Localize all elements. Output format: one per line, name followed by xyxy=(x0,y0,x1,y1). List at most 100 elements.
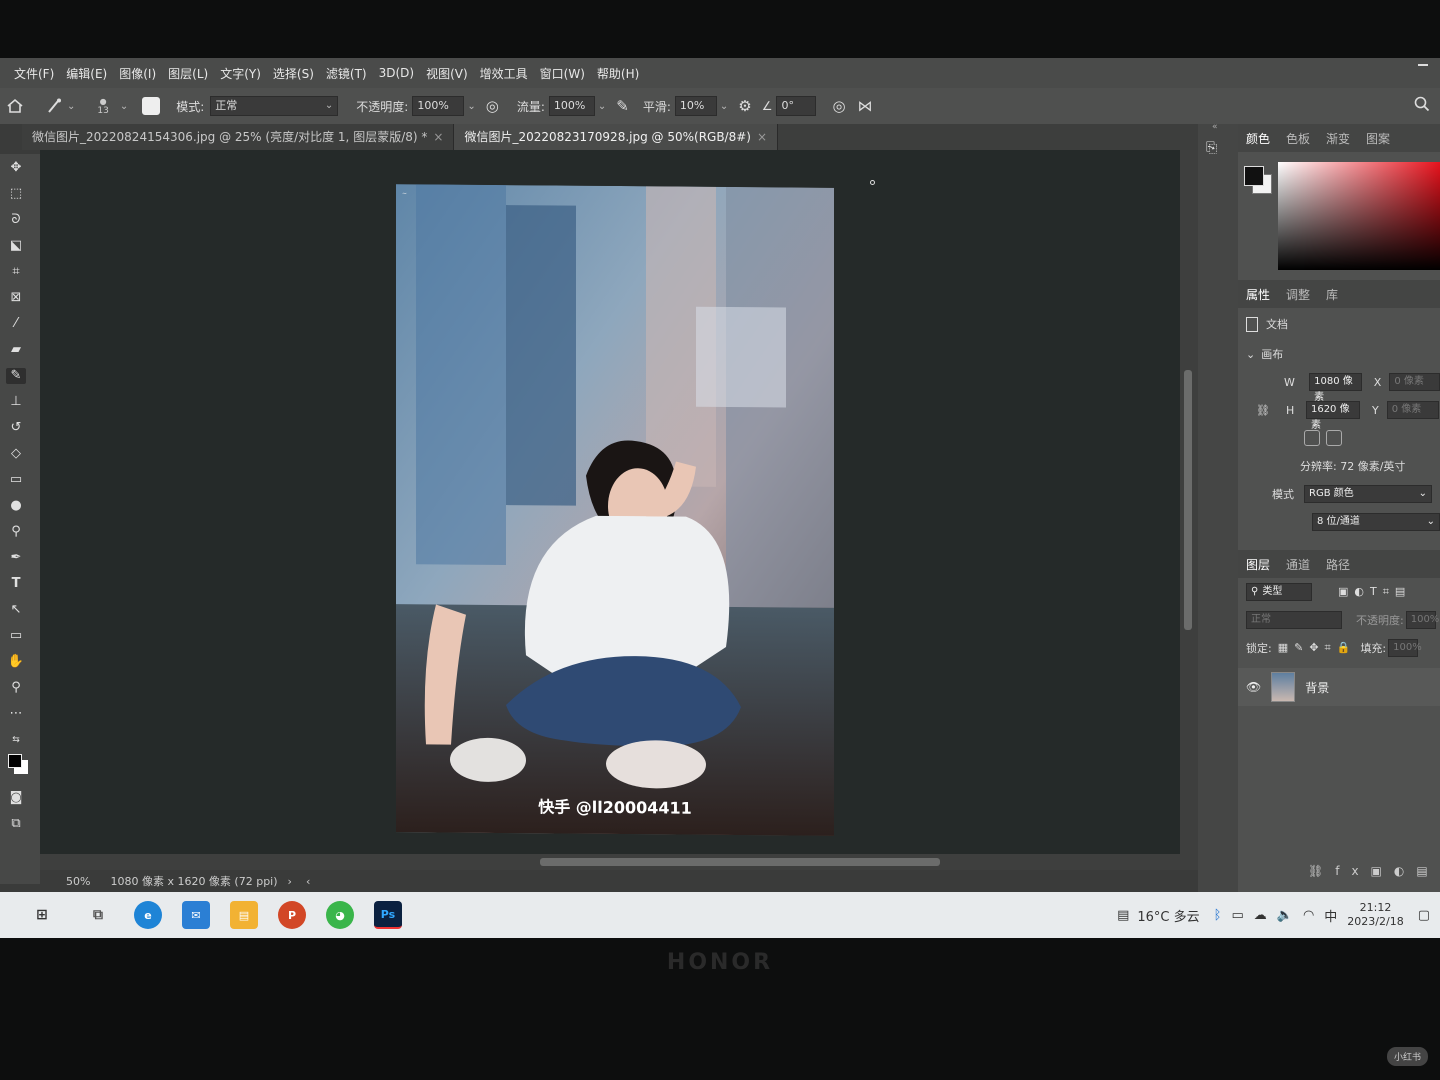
zoom-level[interactable]: 50% xyxy=(66,875,90,888)
menu-view[interactable]: 视图(V) xyxy=(426,65,468,82)
layer-opacity-input[interactable]: 100% xyxy=(1405,611,1439,629)
x-input[interactable]: 0 像素 xyxy=(1389,373,1440,391)
chevron-down-icon[interactable]: ⌄ xyxy=(467,101,475,112)
notification-icon[interactable]: ▢ xyxy=(1418,908,1430,923)
chevron-down-icon[interactable]: ⌄ xyxy=(120,101,128,112)
hand-tool-icon[interactable]: ✋ xyxy=(6,654,26,670)
vertical-scrollbar[interactable] xyxy=(1180,150,1198,860)
wechat-icon[interactable]: ◕ xyxy=(326,901,354,929)
foreground-color-swatch[interactable] xyxy=(1244,166,1264,186)
search-icon[interactable] xyxy=(1414,96,1430,115)
y-input[interactable]: 0 像素 xyxy=(1386,401,1439,419)
layer-actions[interactable]: ⛓fx▣◐▤ xyxy=(1308,864,1440,878)
menu-window[interactable]: 窗口(W) xyxy=(540,65,585,82)
news-widget-icon[interactable]: ▤ xyxy=(1117,908,1129,923)
file-explorer-icon[interactable]: ▤ xyxy=(230,901,258,929)
width-input[interactable]: 1080 像素 xyxy=(1309,373,1362,403)
swap-colors-icon[interactable]: ⇆ xyxy=(6,732,26,748)
bluetooth-icon[interactable]: ᛒ xyxy=(1214,908,1222,923)
menu-3d[interactable]: 3D(D) xyxy=(379,66,414,80)
close-icon[interactable]: × xyxy=(433,130,443,144)
blur-tool-icon[interactable]: ● xyxy=(6,498,26,514)
menu-select[interactable]: 选择(S) xyxy=(273,65,314,82)
cloud-icon[interactable]: ☁ xyxy=(1254,908,1267,923)
quick-mask-icon[interactable]: ◙ xyxy=(6,790,26,806)
lock-icons[interactable]: ▦✎✥⌗🔒 xyxy=(1278,641,1357,655)
canvas-area[interactable]: ~ 快手 @ll20004411 xyxy=(40,150,1180,860)
brush-tool-preset-icon[interactable]: ⌄ xyxy=(46,97,75,115)
object-select-tool-icon[interactable]: ⬕ xyxy=(6,238,26,254)
dodge-tool-icon[interactable]: ⚲ xyxy=(6,524,26,540)
height-input[interactable]: 1620 像素 xyxy=(1305,401,1360,431)
crop-tool-icon[interactable]: ⌗ xyxy=(6,264,26,280)
lasso-tool-icon[interactable]: ᘐ xyxy=(6,212,26,228)
mode-select[interactable]: 正常 ⌄ xyxy=(210,96,339,116)
weather-text[interactable]: 16°C 多云 xyxy=(1137,906,1199,925)
landscape-icon[interactable] xyxy=(1326,430,1342,446)
clock[interactable]: 21:12 2023/2/18 xyxy=(1347,901,1403,929)
mail-icon[interactable]: ✉ xyxy=(182,901,210,929)
link-icon[interactable]: ⛓ xyxy=(1256,404,1270,417)
layer-filter-icons[interactable]: ▣◐T⌗▤ xyxy=(1338,585,1411,599)
minimize-button[interactable] xyxy=(1418,64,1428,66)
pen-tool-icon[interactable]: ✒ xyxy=(6,550,26,566)
chevron-down-icon[interactable]: ⌄ xyxy=(720,101,728,112)
smoothing-input[interactable]: 10% xyxy=(674,96,717,116)
color-mode-select[interactable]: RGB 颜色 ⌄ xyxy=(1304,485,1432,503)
frame-tool-icon[interactable]: ⊠ xyxy=(6,290,26,306)
chevron-left-icon[interactable]: ‹ xyxy=(306,875,310,888)
tab-swatches[interactable]: 色板 xyxy=(1286,130,1310,147)
tab-layers[interactable]: 图层 xyxy=(1246,556,1270,573)
scroll-thumb[interactable] xyxy=(1184,370,1192,630)
color-picker-field[interactable] xyxy=(1278,162,1440,270)
move-tool-icon[interactable]: ✥ xyxy=(6,160,26,176)
zoom-tool-icon[interactable]: ⚲ xyxy=(6,680,26,696)
path-select-icon[interactable]: ↖ xyxy=(6,602,26,618)
tab-adjustments[interactable]: 调整 xyxy=(1286,286,1310,303)
airbrush-icon[interactable]: ✎ xyxy=(616,97,629,115)
blend-mode-select[interactable]: 正常 xyxy=(1246,611,1342,629)
rectangle-tool-icon[interactable]: ▭ xyxy=(6,628,26,644)
menu-file[interactable]: 文件(F) xyxy=(14,65,54,82)
tab-properties[interactable]: 属性 xyxy=(1246,286,1270,303)
close-icon[interactable]: × xyxy=(757,130,767,144)
marquee-tool-icon[interactable]: ⬚ xyxy=(6,186,26,202)
horizontal-scrollbar[interactable] xyxy=(40,854,1198,870)
layer-row[interactable]: 👁 背景 xyxy=(1238,668,1440,706)
fill-input[interactable]: 100% xyxy=(1388,639,1422,657)
tab-libraries[interactable]: 库 xyxy=(1326,286,1338,303)
tab-paths[interactable]: 路径 xyxy=(1326,556,1350,573)
pressure-size-icon[interactable]: ◎ xyxy=(832,97,845,115)
screen-mode-icon[interactable]: ⧉ xyxy=(6,816,26,832)
type-tool-icon[interactable]: T xyxy=(6,576,26,592)
chevron-down-icon[interactable]: ⌄ xyxy=(598,101,606,112)
battery-icon[interactable]: ▭ xyxy=(1231,908,1243,923)
scroll-thumb[interactable] xyxy=(540,858,940,866)
powerpoint-icon[interactable]: P xyxy=(278,901,306,929)
edge-browser-icon[interactable]: e xyxy=(134,901,162,929)
pressure-opacity-icon[interactable]: ◎ xyxy=(486,97,499,115)
eye-icon[interactable]: 👁 xyxy=(1246,680,1261,694)
task-view-icon[interactable]: ⧉ xyxy=(84,901,112,929)
collapse-icon[interactable]: « xyxy=(1212,122,1218,132)
home-icon[interactable] xyxy=(6,98,24,114)
menu-help[interactable]: 帮助(H) xyxy=(597,65,639,82)
layer-filter-select[interactable]: ⚲ 类型 xyxy=(1246,583,1312,601)
menu-image[interactable]: 图像(I) xyxy=(119,65,156,82)
volume-icon[interactable]: 🔈 xyxy=(1277,908,1293,923)
ime-indicator[interactable]: 中 xyxy=(1324,906,1337,925)
tab-patterns[interactable]: 图案 xyxy=(1366,130,1390,147)
tab-color[interactable]: 颜色 xyxy=(1246,130,1270,147)
eraser-tool-icon[interactable]: ◇ xyxy=(6,446,26,462)
menu-type[interactable]: 文字(Y) xyxy=(220,65,261,82)
color-swatches[interactable] xyxy=(6,752,28,774)
healing-brush-icon[interactable]: ▰ xyxy=(6,342,26,358)
menu-plugins[interactable]: 增效工具 xyxy=(480,65,528,82)
menu-edit[interactable]: 编辑(E) xyxy=(66,65,107,82)
opacity-input[interactable]: 100% xyxy=(412,96,465,116)
gear-icon[interactable]: ⚙ xyxy=(738,97,751,115)
brush-size-picker[interactable]: ● 13 xyxy=(97,97,108,116)
history-panel-icon[interactable]: ⎘ xyxy=(1206,140,1217,156)
symmetry-icon[interactable]: ⋈ xyxy=(858,97,873,115)
more-tools-icon[interactable]: ⋯ xyxy=(6,706,26,722)
